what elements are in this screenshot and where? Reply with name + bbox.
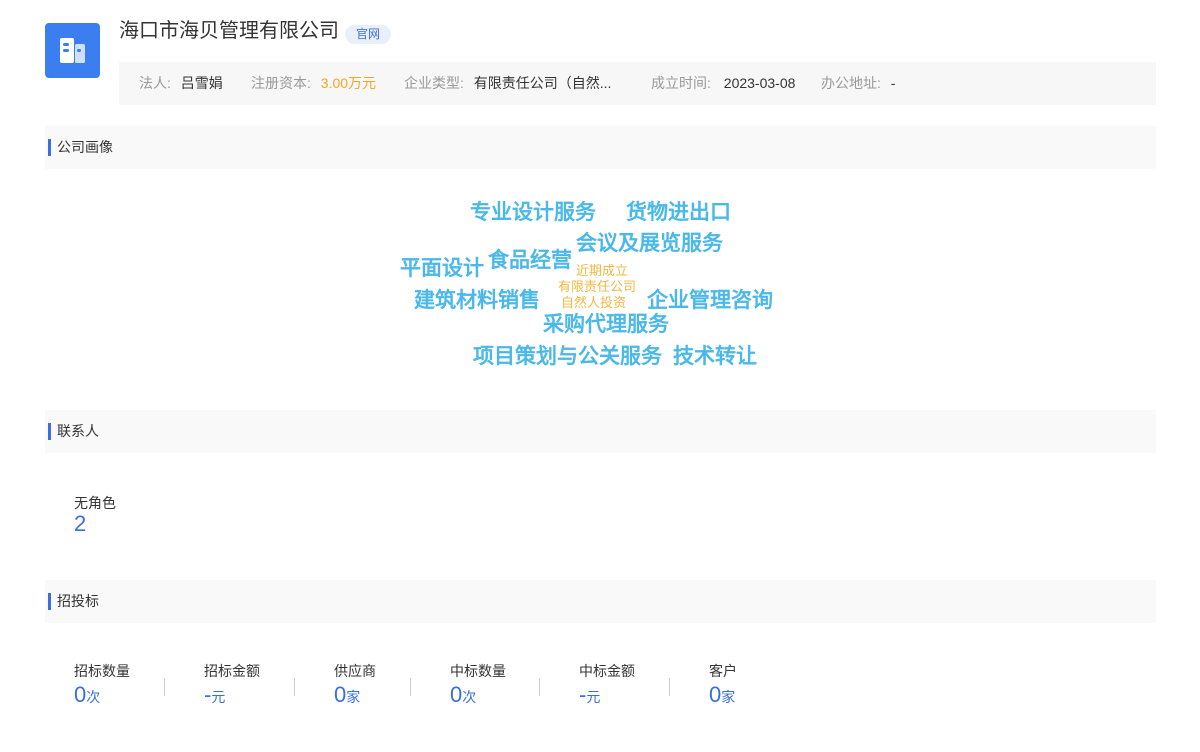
cloud-word: 建筑材料销售	[414, 289, 540, 312]
stat-value: 0	[74, 682, 87, 707]
stat-value-link[interactable]: 0次	[450, 683, 506, 709]
legal-person: 法人: 吕雪娟	[139, 62, 223, 105]
stat-divider	[669, 678, 670, 696]
stat-label: 中标数量	[450, 663, 506, 679]
stat-unit: 次	[462, 689, 477, 705]
registered-capital: 注册资本: 3.00万元	[251, 62, 376, 105]
company-info-bar: 法人: 吕雪娟 注册资本: 3.00万元 企业类型: 有限责任公司（自然... …	[119, 62, 1156, 105]
cloud-word: 项目策划与公关服务	[473, 345, 662, 368]
stat-tender-amount: 招标金额 -元	[204, 662, 260, 709]
stat-unit: 元	[211, 689, 226, 705]
stat-label: 招标金额	[204, 663, 260, 679]
legal-person-value[interactable]: 吕雪娟	[181, 75, 223, 91]
stat-label: 客户	[709, 663, 737, 679]
legal-person-label: 法人:	[139, 75, 171, 91]
company-name: 海口市海贝管理有限公司	[119, 20, 339, 42]
stat-unit: 家	[721, 689, 736, 705]
stat-divider	[294, 678, 295, 696]
cloud-word: 专业设计服务	[470, 201, 596, 224]
office-address: 办公地址: -	[821, 62, 895, 105]
founded-date-value: 2023-03-08	[723, 75, 796, 91]
stat-divider	[410, 678, 411, 696]
company-word-cloud: 专业设计服务 货物进出口 会议及展览服务 平面设计 食品经营 近期成立 有限责任…	[0, 170, 1200, 400]
registered-capital-value: 3.00万元	[320, 75, 377, 91]
stat-value: 0	[450, 682, 463, 707]
company-type-value: 有限责任公司（自然...	[473, 75, 612, 91]
office-address-value: -	[890, 75, 896, 91]
stat-unit: 次	[86, 689, 101, 705]
section-title: 联系人	[57, 423, 99, 439]
stat-unit: 元	[586, 689, 601, 705]
contact-role-label: 无角色	[74, 495, 116, 511]
stat-award-amount: 中标金额 -元	[579, 662, 635, 709]
founded-date: 成立时间: 2023-03-08	[651, 62, 795, 105]
cloud-word: 企业管理咨询	[647, 289, 773, 312]
building-icon	[60, 38, 85, 63]
stat-value-link[interactable]: 0次	[74, 683, 130, 709]
cloud-word: 技术转让	[673, 345, 757, 368]
section-contacts: 联系人	[45, 410, 1156, 453]
stat-tender-count: 招标数量 0次	[74, 662, 130, 709]
stat-suppliers: 供应商 0家	[334, 662, 376, 709]
stat-value-link[interactable]: 0家	[709, 683, 737, 709]
section-bidding: 招投标	[45, 580, 1156, 623]
founded-date-label: 成立时间:	[651, 75, 711, 91]
company-type-label: 企业类型:	[404, 75, 464, 91]
cloud-word: 自然人投资	[561, 295, 627, 310]
contact-role-count[interactable]: 2	[74, 511, 86, 537]
stat-value-link[interactable]: 0家	[334, 683, 376, 709]
stat-divider	[539, 678, 540, 696]
stat-customers: 客户 0家	[709, 662, 737, 709]
cloud-word: 采购代理服务	[543, 313, 669, 336]
cloud-word: 货物进出口	[626, 201, 731, 224]
company-logo	[45, 23, 100, 78]
registered-capital-label: 注册资本:	[251, 75, 311, 91]
stat-value-link[interactable]: -元	[204, 683, 260, 709]
section-title: 公司画像	[57, 139, 113, 155]
stat-unit: 家	[346, 689, 361, 705]
stat-value-link[interactable]: -元	[579, 683, 635, 709]
stat-award-count: 中标数量 0次	[450, 662, 506, 709]
cloud-word: 会议及展览服务	[576, 232, 723, 255]
official-site-badge[interactable]: 官网	[345, 25, 392, 44]
company-type: 企业类型: 有限责任公司（自然...	[404, 62, 611, 105]
cloud-word: 近期成立	[576, 263, 629, 278]
stat-value: 0	[709, 682, 722, 707]
stat-value: 0	[334, 682, 347, 707]
office-address-label: 办公地址:	[821, 75, 881, 91]
stat-divider	[164, 678, 165, 696]
cloud-word: 食品经营	[488, 249, 572, 272]
stat-label: 中标金额	[579, 663, 635, 679]
section-title: 招投标	[57, 593, 99, 609]
cloud-word: 平面设计	[400, 257, 484, 280]
stat-label: 招标数量	[74, 663, 130, 679]
cloud-word: 有限责任公司	[558, 279, 637, 294]
stat-label: 供应商	[334, 663, 376, 679]
section-company-portrait: 公司画像	[45, 126, 1156, 169]
